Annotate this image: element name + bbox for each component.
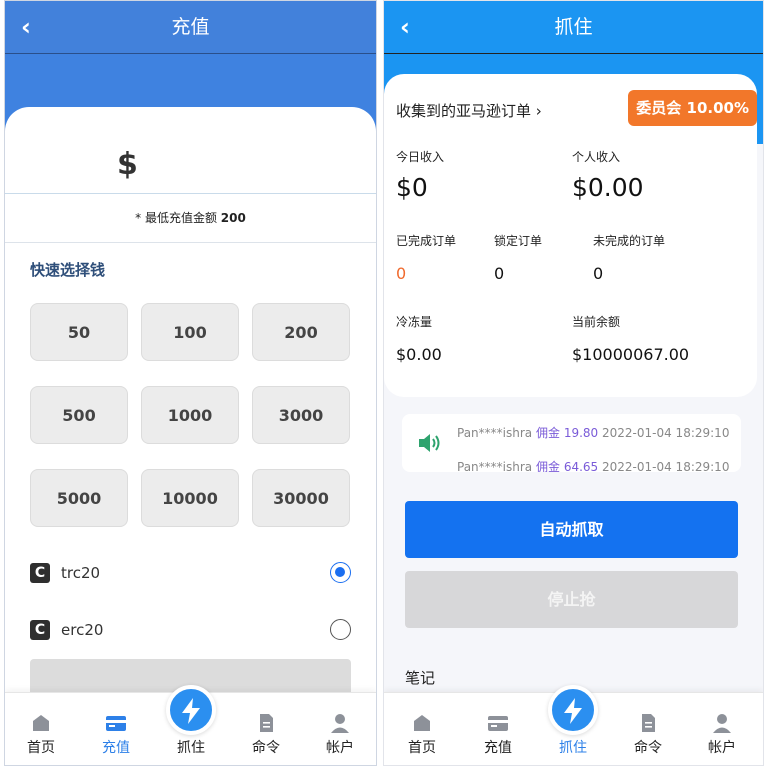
home-icon <box>33 715 49 731</box>
ticker-row: Pan****ishra 佣金 64.65 2022-01-04 18:29:1… <box>457 458 729 472</box>
wallet-icon <box>106 716 126 731</box>
network-option-erc20[interactable]: C erc20 <box>30 616 351 646</box>
amount-button-200[interactable]: 200 <box>252 303 350 361</box>
bottom-nav: 首页 充值 抓住 命令 帐户 <box>384 685 763 765</box>
nav-label: 首页 <box>408 740 436 756</box>
radio-button[interactable] <box>330 619 351 640</box>
radio-button-selected[interactable] <box>330 562 351 583</box>
nav-label: 抓住 <box>559 740 587 756</box>
top-bar: ‹ 抓住 <box>384 1 763 54</box>
nav-item-home[interactable]: 首页 <box>11 713 71 757</box>
amount-button-500[interactable]: 500 <box>30 386 128 444</box>
top-bar: ‹ 充值 <box>5 1 376 54</box>
quick-select-title: 快速选择钱 <box>30 261 106 279</box>
amount-button-5000[interactable]: 5000 <box>30 469 128 527</box>
nav-label: 帐户 <box>326 740 354 756</box>
nav-item-recharge[interactable]: 充值 <box>86 713 146 757</box>
nav-label: 充值 <box>102 740 130 756</box>
stats-card: 收集到的亚马逊订单 › 委员会 10.00% 今日收入 $0 个人收入 $0.0… <box>384 74 757 397</box>
balance-label: 当前余额 <box>572 315 621 329</box>
nav-item-grab[interactable]: 抓住 <box>161 685 221 757</box>
home-icon <box>414 715 430 731</box>
locked-orders-value: 0 <box>494 264 505 283</box>
recharge-card: $ * 最低充值金额 200 快速选择钱 50 100 200 500 1000… <box>5 107 376 765</box>
unfinished-orders-value: 0 <box>593 264 604 283</box>
ticker-time: 2022-01-04 18:29:10 <box>602 426 730 440</box>
min-recharge-amount: 200 <box>220 211 246 225</box>
today-income-value: $0 <box>396 173 428 202</box>
amount-button-1000[interactable]: 1000 <box>141 386 239 444</box>
frozen-amount-value: $0.00 <box>396 345 442 364</box>
network-label: erc20 <box>61 621 104 639</box>
nav-item-orders[interactable]: 命令 <box>618 713 678 757</box>
nav-item-orders[interactable]: 命令 <box>236 713 296 757</box>
commission-ticker: Pan****ishra 佣金 19.80 2022-01-04 18:29:1… <box>402 414 741 472</box>
locked-orders-label: 锁定订单 <box>494 234 543 248</box>
bottom-nav: 首页 充值 抓住 命令 帐户 <box>5 685 376 765</box>
grab-screen: ‹ 抓住 收集到的亚马逊订单 › 委员会 10.00% 今日收入 $0 个人收入… <box>383 0 764 766</box>
ticker-amount: 64.65 <box>563 460 599 472</box>
recharge-screen: ‹ 充值 $ * 最低充值金额 200 快速选择钱 50 100 200 500… <box>4 0 377 766</box>
lightning-icon <box>564 698 582 724</box>
coin-icon: C <box>30 563 50 583</box>
document-icon <box>260 714 273 732</box>
nav-label: 命令 <box>634 740 662 756</box>
network-label: trc20 <box>61 564 101 582</box>
nav-label: 命令 <box>252 740 280 756</box>
completed-orders-label: 已完成订单 <box>396 234 457 248</box>
personal-income-label: 个人收入 <box>572 150 621 164</box>
nav-item-home[interactable]: 首页 <box>392 713 452 757</box>
balance-value: $10000067.00 <box>572 345 690 364</box>
collected-orders-link[interactable]: 收集到的亚马逊订单 › <box>396 100 542 121</box>
divider <box>5 242 376 243</box>
stop-grab-button[interactable]: 停止抢 <box>405 571 738 628</box>
nav-item-recharge[interactable]: 充值 <box>468 713 528 757</box>
ticker-amount: 19.80 <box>563 426 599 440</box>
min-recharge-note: * 最低充值金额 200 <box>5 209 376 226</box>
nav-label: 帐户 <box>708 740 736 756</box>
wallet-icon <box>488 716 508 731</box>
unfinished-orders-label: 未完成的订单 <box>593 234 666 248</box>
ticker-commission-label: 佣金 <box>535 460 560 472</box>
today-income-label: 今日收入 <box>396 150 445 164</box>
page-title: 充值 <box>171 16 210 38</box>
personal-income-value: $0.00 <box>572 173 644 202</box>
user-icon <box>331 714 349 733</box>
amount-button-100[interactable]: 100 <box>141 303 239 361</box>
ticker-row: Pan****ishra 佣金 19.80 2022-01-04 18:29:1… <box>457 424 729 441</box>
ticker-user: Pan****ishra <box>457 460 533 472</box>
network-option-trc20[interactable]: C trc20 <box>30 559 351 589</box>
nav-item-account[interactable]: 帐户 <box>692 713 752 757</box>
completed-orders-value: 0 <box>396 264 407 283</box>
currency-symbol: $ <box>117 147 138 182</box>
amount-input-underline <box>5 193 376 194</box>
nav-item-account[interactable]: 帐户 <box>310 713 370 757</box>
back-chevron-icon[interactable]: ‹ <box>400 1 410 54</box>
amount-button-10000[interactable]: 10000 <box>141 469 239 527</box>
ticker-commission-label: 佣金 <box>535 426 560 440</box>
nav-label: 首页 <box>27 740 55 756</box>
document-icon <box>642 714 655 732</box>
frozen-amount-label: 冷冻量 <box>396 315 433 329</box>
user-icon <box>713 714 731 733</box>
amount-button-50[interactable]: 50 <box>30 303 128 361</box>
nav-label: 抓住 <box>177 740 205 756</box>
auto-grab-button[interactable]: 自动抓取 <box>405 501 738 558</box>
nav-label: 充值 <box>484 740 512 756</box>
notes-heading: 笔记 <box>405 669 436 687</box>
ticker-user: Pan****ishra <box>457 426 533 440</box>
page-title: 抓住 <box>554 16 593 38</box>
lightning-button[interactable] <box>548 685 598 735</box>
lightning-button[interactable] <box>166 685 216 735</box>
lightning-icon <box>182 698 200 724</box>
commission-badge: 委员会 10.00% <box>628 90 757 126</box>
min-recharge-label: * 最低充值金额 <box>135 211 217 225</box>
ticker-time: 2022-01-04 18:29:10 <box>602 460 730 472</box>
speaker-icon <box>419 434 440 452</box>
amount-button-3000[interactable]: 3000 <box>252 386 350 444</box>
back-chevron-icon[interactable]: ‹ <box>21 1 31 54</box>
amount-button-30000[interactable]: 30000 <box>252 469 350 527</box>
nav-item-grab[interactable]: 抓住 <box>543 685 603 757</box>
coin-icon: C <box>30 620 50 640</box>
